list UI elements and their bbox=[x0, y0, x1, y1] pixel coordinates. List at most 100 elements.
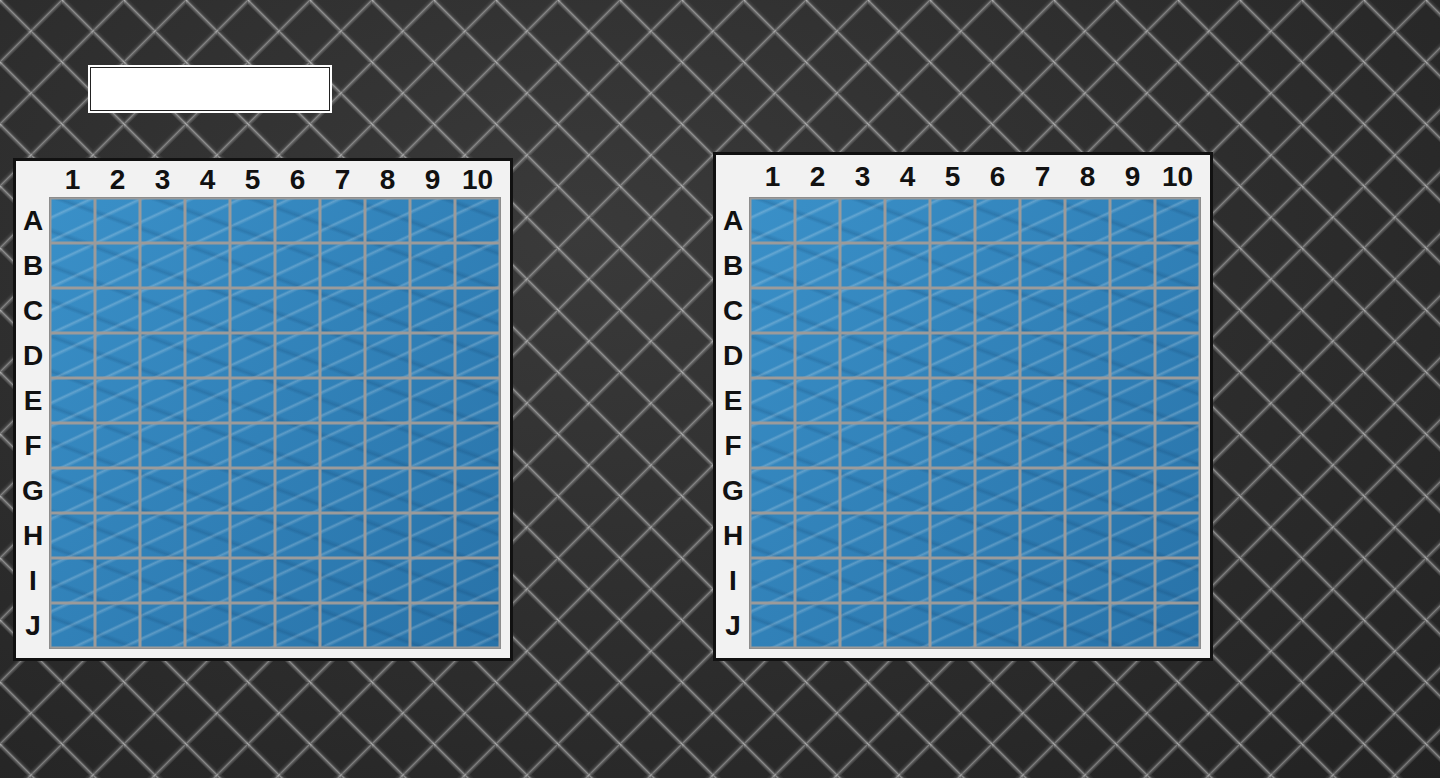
grid-cell[interactable] bbox=[750, 378, 795, 423]
grid-cell[interactable] bbox=[140, 243, 185, 288]
grid-cell[interactable] bbox=[1110, 333, 1155, 378]
grid-cell[interactable] bbox=[930, 468, 975, 513]
grid-cell[interactable] bbox=[885, 243, 930, 288]
grid-cell[interactable] bbox=[275, 513, 320, 558]
grid-cell[interactable] bbox=[95, 558, 140, 603]
grid-cell[interactable] bbox=[1110, 468, 1155, 513]
grid-cell[interactable] bbox=[365, 378, 410, 423]
grid-cell[interactable] bbox=[1065, 468, 1110, 513]
grid-cell[interactable] bbox=[840, 513, 885, 558]
grid-cell[interactable] bbox=[750, 243, 795, 288]
grid-cell[interactable] bbox=[410, 243, 455, 288]
grid-cell[interactable] bbox=[455, 423, 500, 468]
grid-cell[interactable] bbox=[1020, 423, 1065, 468]
grid-cell[interactable] bbox=[840, 288, 885, 333]
grid-cell[interactable] bbox=[750, 423, 795, 468]
grid-cell[interactable] bbox=[320, 513, 365, 558]
grid-cell[interactable] bbox=[1020, 513, 1065, 558]
grid-cell[interactable] bbox=[975, 603, 1020, 648]
grid-cell[interactable] bbox=[140, 603, 185, 648]
grid-cell[interactable] bbox=[840, 333, 885, 378]
grid-cell[interactable] bbox=[50, 513, 95, 558]
grid-cell[interactable] bbox=[185, 243, 230, 288]
grid-cell[interactable] bbox=[1155, 378, 1200, 423]
grid-cell[interactable] bbox=[1110, 288, 1155, 333]
grid-cell[interactable] bbox=[975, 558, 1020, 603]
grid-cell[interactable] bbox=[50, 603, 95, 648]
grid-cell[interactable] bbox=[455, 333, 500, 378]
grid-cell[interactable] bbox=[230, 243, 275, 288]
grid-cell[interactable] bbox=[455, 243, 500, 288]
grid-cell[interactable] bbox=[1110, 558, 1155, 603]
grid-cell[interactable] bbox=[230, 198, 275, 243]
grid-cell[interactable] bbox=[50, 333, 95, 378]
grid-cell[interactable] bbox=[230, 603, 275, 648]
grid-cell[interactable] bbox=[1155, 333, 1200, 378]
grid-cell[interactable] bbox=[1020, 288, 1065, 333]
grid-cell[interactable] bbox=[95, 513, 140, 558]
grid-cell[interactable] bbox=[455, 603, 500, 648]
grid-cell[interactable] bbox=[930, 513, 975, 558]
grid-cell[interactable] bbox=[455, 513, 500, 558]
grid-cell[interactable] bbox=[930, 378, 975, 423]
grid-cell[interactable] bbox=[1065, 243, 1110, 288]
grid-cell[interactable] bbox=[840, 378, 885, 423]
grid-cell[interactable] bbox=[1020, 468, 1065, 513]
grid-cell[interactable] bbox=[975, 288, 1020, 333]
grid-cell[interactable] bbox=[230, 513, 275, 558]
grid-cell[interactable] bbox=[930, 558, 975, 603]
grid-cell[interactable] bbox=[930, 243, 975, 288]
grid-cell[interactable] bbox=[1020, 198, 1065, 243]
grid-cell[interactable] bbox=[1065, 288, 1110, 333]
grid-cell[interactable] bbox=[455, 468, 500, 513]
grid-cell[interactable] bbox=[410, 423, 455, 468]
grid-cell[interactable] bbox=[1110, 513, 1155, 558]
grid-cell[interactable] bbox=[455, 378, 500, 423]
grid-cell[interactable] bbox=[320, 243, 365, 288]
grid-cell[interactable] bbox=[455, 198, 500, 243]
grid-cell[interactable] bbox=[320, 558, 365, 603]
grid-cell[interactable] bbox=[1020, 378, 1065, 423]
grid-cell[interactable] bbox=[320, 288, 365, 333]
grid-cell[interactable] bbox=[1020, 603, 1065, 648]
grid-cell[interactable] bbox=[95, 423, 140, 468]
grid-cell[interactable] bbox=[320, 423, 365, 468]
grid-cell[interactable] bbox=[230, 333, 275, 378]
grid-cell[interactable] bbox=[185, 198, 230, 243]
grid-cell[interactable] bbox=[320, 378, 365, 423]
grid-cell[interactable] bbox=[795, 243, 840, 288]
grid-cell[interactable] bbox=[885, 378, 930, 423]
grid-cell[interactable] bbox=[750, 603, 795, 648]
grid-cell[interactable] bbox=[975, 243, 1020, 288]
grid-cell[interactable] bbox=[1155, 513, 1200, 558]
grid-cell[interactable] bbox=[1110, 198, 1155, 243]
grid-cell[interactable] bbox=[1065, 558, 1110, 603]
grid-cell[interactable] bbox=[975, 378, 1020, 423]
grid-cell[interactable] bbox=[1155, 468, 1200, 513]
grid-cell[interactable] bbox=[230, 558, 275, 603]
grid-cell[interactable] bbox=[410, 468, 455, 513]
grid-cell[interactable] bbox=[140, 558, 185, 603]
grid-cell[interactable] bbox=[95, 468, 140, 513]
grid-cell[interactable] bbox=[795, 378, 840, 423]
grid-cell[interactable] bbox=[185, 468, 230, 513]
grid-cell[interactable] bbox=[1110, 243, 1155, 288]
grid-cell[interactable] bbox=[840, 423, 885, 468]
grid-cell[interactable] bbox=[795, 558, 840, 603]
grid-cell[interactable] bbox=[50, 243, 95, 288]
grid-cell[interactable] bbox=[140, 513, 185, 558]
grid-cell[interactable] bbox=[1155, 243, 1200, 288]
grid-cell[interactable] bbox=[95, 378, 140, 423]
grid-cell[interactable] bbox=[275, 243, 320, 288]
grid-cell[interactable] bbox=[50, 288, 95, 333]
grid-cell[interactable] bbox=[410, 603, 455, 648]
grid-cell[interactable] bbox=[365, 288, 410, 333]
grid-cell[interactable] bbox=[1065, 423, 1110, 468]
grid-cell[interactable] bbox=[275, 198, 320, 243]
grid-cell[interactable] bbox=[1155, 198, 1200, 243]
grid-cell[interactable] bbox=[795, 468, 840, 513]
grid-cell[interactable] bbox=[885, 333, 930, 378]
grid-cell[interactable] bbox=[750, 468, 795, 513]
grid-cell[interactable] bbox=[185, 423, 230, 468]
grid-cell[interactable] bbox=[140, 333, 185, 378]
